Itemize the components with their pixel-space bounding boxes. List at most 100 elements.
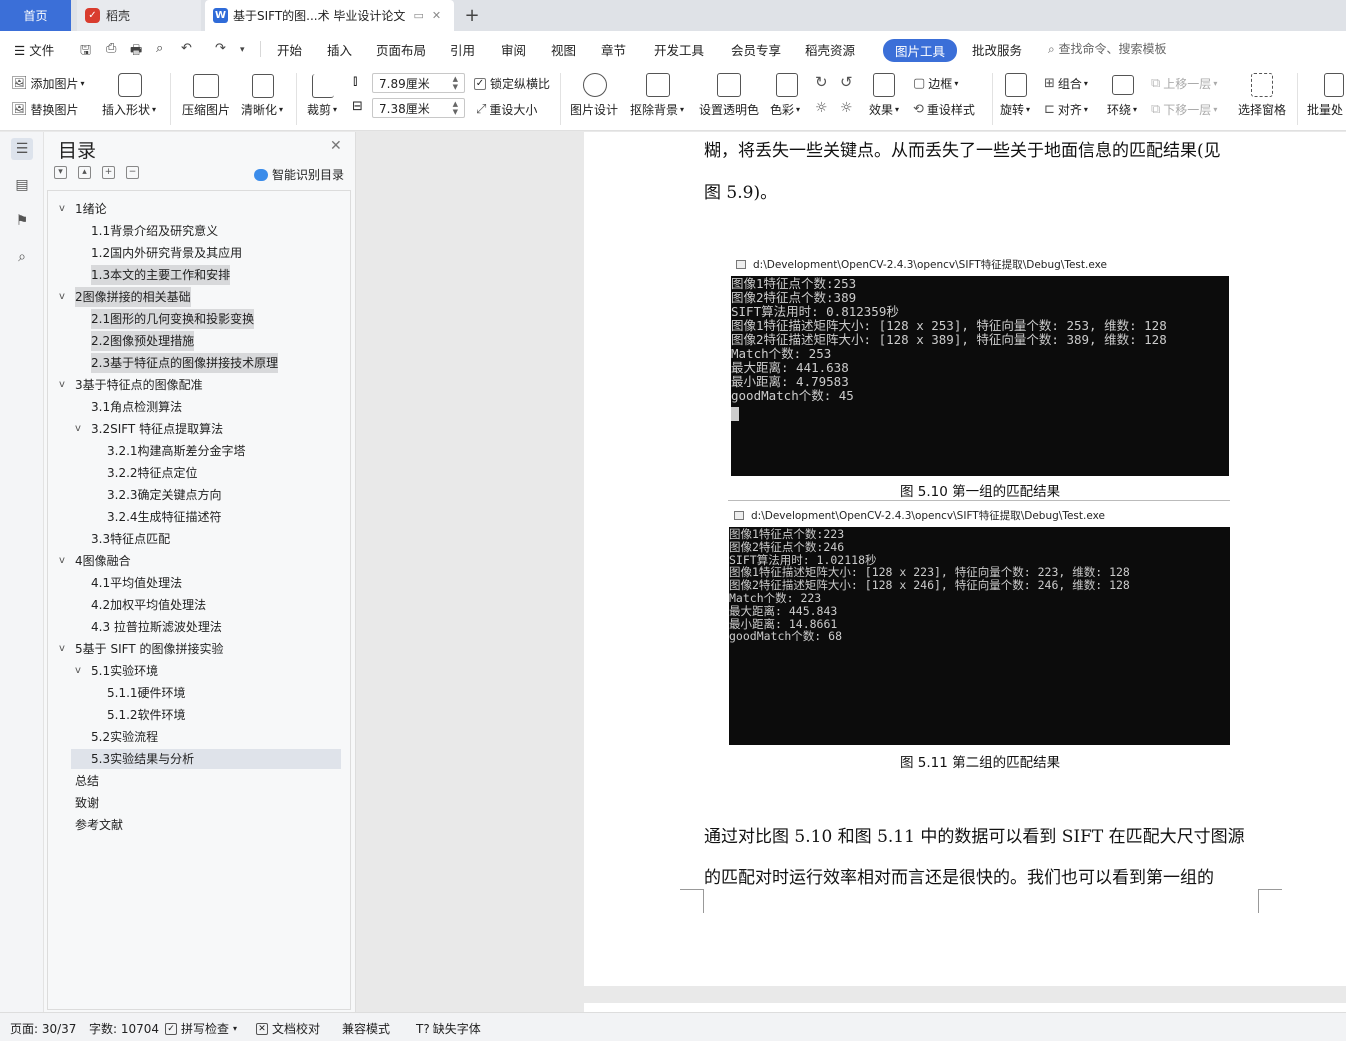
- toc-item[interactable]: 4.3 拉普拉斯滤波处理法: [91, 617, 222, 637]
- menu-page-layout[interactable]: 页面布局: [376, 40, 426, 59]
- chevron-down-icon[interactable]: v: [59, 199, 65, 219]
- menu-review[interactable]: 审阅: [501, 40, 526, 59]
- toc-panel-icon[interactable]: ☰: [11, 138, 33, 160]
- quick-access-dropdown-icon[interactable]: ▾: [240, 45, 245, 55]
- page-indicator[interactable]: 页面: 30/37: [10, 1020, 76, 1037]
- increase-contrast-icon[interactable]: ↻: [815, 73, 828, 91]
- toc-item[interactable]: v 5基于 SIFT 的图像拼接实验: [59, 639, 223, 659]
- toc-item[interactable]: v 1绪论: [59, 199, 107, 219]
- chapter-panel-icon[interactable]: ▤: [11, 174, 33, 196]
- print-preview-icon[interactable]: ⌕: [156, 41, 163, 56]
- chevron-down-icon[interactable]: v: [59, 375, 65, 395]
- toc-item[interactable]: 3.2.4生成特征描述符: [107, 507, 222, 527]
- expand-all-icon[interactable]: ▴: [78, 166, 91, 179]
- toc-item[interactable]: 1.1背景介绍及研究意义: [91, 221, 218, 241]
- toc-item[interactable]: 1.3本文的主要工作和安排: [91, 265, 231, 285]
- undo-icon[interactable]: ↶: [181, 41, 192, 56]
- decrease-brightness-icon[interactable]: ☼: [840, 100, 853, 116]
- toc-item[interactable]: 参考文献: [75, 815, 123, 835]
- search-icon[interactable]: ⌕: [11, 246, 33, 268]
- compatibility-mode[interactable]: 兼容模式: [342, 1020, 390, 1037]
- tab-daoke[interactable]: ✓ 稻壳: [77, 0, 201, 31]
- console-screenshot-2[interactable]: d:\Development\OpenCV-2.4.3\opencv\SIFT特…: [728, 505, 1231, 745]
- image-width-input[interactable]: 7.38厘米 ▲ ▼: [372, 98, 465, 118]
- menu-chapter[interactable]: 章节: [601, 40, 626, 59]
- toc-item[interactable]: 2.2图像预处理措施: [91, 331, 195, 351]
- command-search[interactable]: ⌕ 查找命令、搜索模板: [1048, 40, 1167, 57]
- toc-item[interactable]: 5.1.1硬件环境: [107, 683, 186, 703]
- replace-image-button[interactable]: 🖼 替换图片: [11, 101, 79, 118]
- remove-background-button[interactable]: 抠除背景 ▾: [630, 101, 684, 118]
- rotate-button[interactable]: 旋转 ▾: [1000, 101, 1030, 118]
- add-heading-icon[interactable]: +: [102, 166, 115, 179]
- toc-item[interactable]: 3.2.3确定关键点方向: [107, 485, 222, 505]
- picture-design-button[interactable]: 图片设计: [570, 101, 618, 118]
- menu-correction-service[interactable]: 批改服务: [972, 40, 1022, 59]
- effects-button[interactable]: 效果 ▾: [869, 101, 899, 118]
- toc-item[interactable]: v 3.2SIFT 特征点提取算法: [75, 419, 223, 439]
- crop-button[interactable]: 裁剪 ▾: [307, 101, 337, 118]
- tab-window-icon[interactable]: ▭: [413, 9, 423, 22]
- menu-member[interactable]: 会员专享: [731, 40, 781, 59]
- toc-item[interactable]: 致谢: [75, 793, 99, 813]
- toc-item[interactable]: 总结: [75, 771, 99, 791]
- toc-item[interactable]: 2.1图形的几何变换和投影变换: [91, 309, 255, 329]
- toc-item[interactable]: v 5.1实验环境: [75, 661, 158, 681]
- document-proof-button[interactable]: ✕ 文档校对: [256, 1020, 320, 1037]
- color-button[interactable]: 色彩 ▾: [770, 101, 800, 118]
- redo-icon[interactable]: ↷: [215, 41, 226, 56]
- toc-item[interactable]: 3.2.2特征点定位: [107, 463, 198, 483]
- spinner-arrows-icon[interactable]: ▲ ▼: [453, 100, 458, 116]
- toc-item[interactable]: 3.2.1构建高斯差分金字塔: [107, 441, 246, 461]
- toc-item[interactable]: 5.1.2软件环境: [107, 705, 186, 725]
- close-icon[interactable]: ✕: [330, 138, 342, 154]
- chevron-down-icon[interactable]: v: [59, 639, 65, 659]
- new-tab-button[interactable]: +: [462, 0, 482, 31]
- group-button[interactable]: ⊞ 组合 ▾: [1044, 75, 1088, 92]
- lock-ratio-checkbox[interactable]: ✓ 锁定纵横比: [474, 75, 550, 92]
- reset-size-button[interactable]: ⤢ 重设大小: [476, 101, 537, 118]
- sharpen-button[interactable]: 清晰化 ▾: [241, 101, 283, 118]
- collapse-all-icon[interactable]: ▾: [54, 166, 67, 179]
- increase-brightness-icon[interactable]: ☼: [815, 100, 828, 116]
- send-backward-button[interactable]: ⧉ 下移一层 ▾: [1151, 101, 1217, 118]
- toc-item[interactable]: 5.2实验流程: [91, 727, 158, 747]
- image-height-input[interactable]: 7.89厘米 ▲ ▼: [372, 73, 465, 93]
- menu-insert[interactable]: 插入: [327, 40, 352, 59]
- print-icon[interactable]: 🖶: [130, 41, 142, 63]
- add-image-button[interactable]: 🖼 添加图片 ▾: [11, 75, 85, 92]
- spell-check-button[interactable]: ✓ 拼写检查 ▾: [165, 1020, 237, 1037]
- save-icon[interactable]: 🖫: [80, 41, 91, 63]
- tab-close-icon[interactable]: ✕: [432, 9, 441, 22]
- toc-item[interactable]: 4.1平均值处理法: [91, 573, 182, 593]
- toc-item[interactable]: 5.3实验结果与分析: [71, 749, 341, 769]
- decrease-contrast-icon[interactable]: ↺: [840, 73, 853, 91]
- file-menu[interactable]: ☰ 文件: [14, 40, 54, 59]
- wrap-text-button[interactable]: 环绕 ▾: [1107, 101, 1137, 118]
- word-count[interactable]: 字数: 10704: [89, 1020, 159, 1037]
- selection-pane-button[interactable]: 选择窗格: [1238, 101, 1286, 118]
- bring-forward-button[interactable]: ⧉ 上移一层 ▾: [1151, 75, 1217, 92]
- compress-image-button[interactable]: 压缩图片: [182, 101, 230, 118]
- toc-item[interactable]: v 2图像拼接的相关基础: [59, 287, 191, 307]
- toc-item[interactable]: 3.1角点检测算法: [91, 397, 182, 417]
- align-button[interactable]: ⊏ 对齐 ▾: [1044, 101, 1088, 118]
- batch-process-button[interactable]: 批量处: [1307, 101, 1343, 118]
- toc-item[interactable]: 2.3基于特征点的图像拼接技术原理: [91, 353, 279, 373]
- border-button[interactable]: ▢ 边框 ▾: [913, 75, 958, 92]
- tab-home[interactable]: 首页: [0, 0, 71, 31]
- menu-picture-tools[interactable]: 图片工具: [883, 39, 958, 62]
- toc-item[interactable]: v 4图像融合: [59, 551, 131, 571]
- smart-toc-button[interactable]: 智能识别目录: [254, 166, 344, 183]
- reset-style-button[interactable]: ⟲ 重设样式: [913, 101, 975, 118]
- toc-item[interactable]: 1.2国内外研究背景及其应用: [91, 243, 242, 263]
- menu-view[interactable]: 视图: [551, 40, 576, 59]
- console-screenshot-1[interactable]: d:\Development\OpenCV-2.4.3\opencv\SIFT特…: [730, 254, 1230, 476]
- chevron-down-icon[interactable]: v: [59, 287, 65, 307]
- chevron-down-icon[interactable]: v: [75, 419, 81, 439]
- menu-developer[interactable]: 开发工具: [654, 40, 704, 59]
- menu-references[interactable]: 引用: [450, 40, 475, 59]
- remove-heading-icon[interactable]: −: [126, 166, 139, 179]
- menu-daoke-resources[interactable]: 稻壳资源: [805, 40, 855, 59]
- bookmark-icon[interactable]: ⚑: [11, 210, 33, 232]
